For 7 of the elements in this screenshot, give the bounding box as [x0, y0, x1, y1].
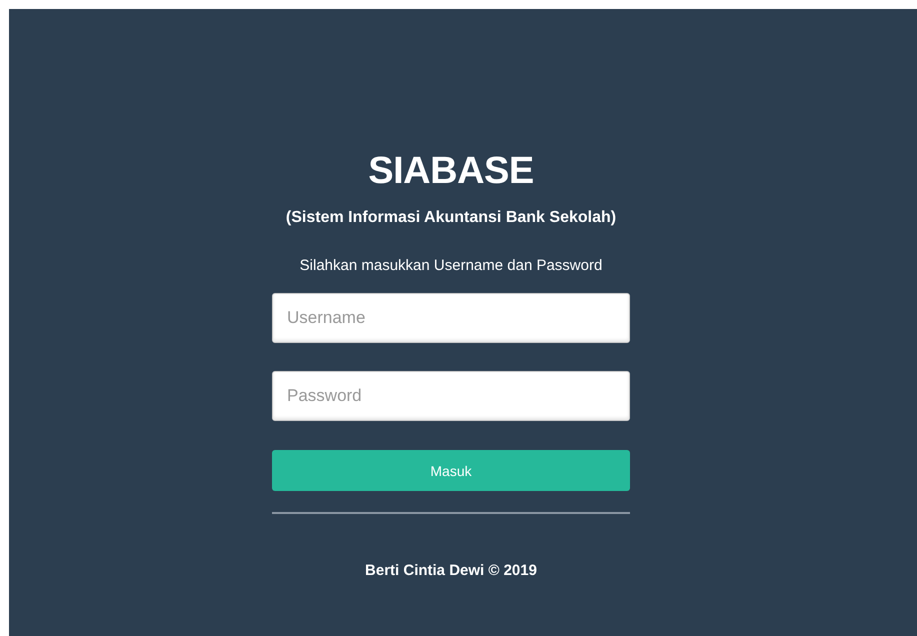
login-button[interactable]: Masuk [272, 450, 630, 491]
username-field[interactable]: Username [272, 293, 630, 343]
app-title: SIABASE [368, 149, 534, 193]
password-field[interactable]: Password [272, 371, 630, 421]
app-subtitle: (Sistem Informasi Akuntansi Bank Sekolah) [286, 209, 616, 227]
instruction-text: Silahkan masukkan Username dan Password [300, 257, 602, 274]
footer-text: Berti Cintia Dewi © 2019 [365, 562, 537, 579]
